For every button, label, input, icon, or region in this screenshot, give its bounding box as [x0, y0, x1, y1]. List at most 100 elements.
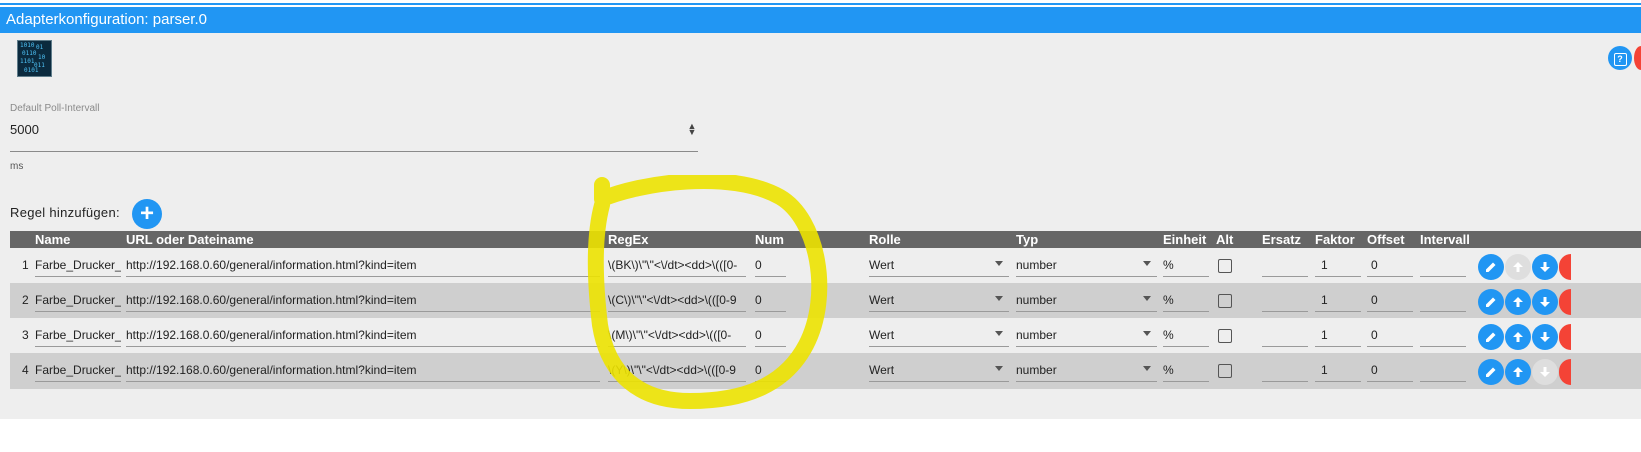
chevron-down-icon[interactable]: [1143, 296, 1151, 301]
alt-checkbox[interactable]: [1218, 294, 1232, 308]
regex-input[interactable]: \(M\)\"\"<\/dt><dd>\(([0-: [608, 327, 746, 344]
col-alt: Alt: [1216, 232, 1234, 247]
delete-button[interactable]: [1559, 254, 1571, 280]
num-input[interactable]: 0: [755, 292, 786, 309]
role-select[interactable]: Wert: [869, 257, 989, 274]
pencil-icon: [1486, 332, 1496, 342]
chevron-down-icon[interactable]: [995, 331, 1003, 336]
offset-input[interactable]: 0: [1367, 362, 1413, 379]
regex-input[interactable]: \(BK\)\"\"<\/dt><dd>\(([0-: [608, 257, 746, 274]
url-input[interactable]: http://192.168.0.60/general/information.…: [126, 257, 600, 274]
col-regex: RegEx: [608, 232, 649, 247]
name-input[interactable]: Farbe_Drucker_C: [35, 292, 121, 309]
url-input[interactable]: http://192.168.0.60/general/information.…: [126, 327, 600, 344]
move-down-button[interactable]: [1532, 289, 1558, 315]
regex-input[interactable]: \(Y\)\"\"<\/dt><dd>\(([0-9: [608, 362, 746, 379]
chevron-down-icon[interactable]: [995, 261, 1003, 266]
role-underline: [869, 381, 1009, 382]
alt-checkbox[interactable]: [1218, 364, 1232, 378]
arrow-up-icon: [1513, 262, 1523, 272]
help-icon: ?: [1613, 53, 1627, 66]
faktor-input[interactable]: 1: [1315, 257, 1361, 274]
move-down-button[interactable]: [1532, 324, 1558, 350]
url-input[interactable]: http://192.168.0.60/general/information.…: [126, 362, 600, 379]
move-up-button[interactable]: [1505, 324, 1531, 350]
intervall-input[interactable]: [1420, 292, 1466, 309]
poll-interval-underline: [10, 151, 698, 152]
faktor-input[interactable]: 1: [1315, 327, 1361, 344]
faktor-input[interactable]: 1: [1315, 362, 1361, 379]
move-down-button[interactable]: [1532, 254, 1558, 280]
num-input[interactable]: 0: [755, 362, 786, 379]
ersatz-input[interactable]: [1262, 292, 1308, 309]
arrow-up-icon: [1513, 332, 1523, 342]
ersatz-input[interactable]: [1262, 327, 1308, 344]
col-rolle: Rolle: [869, 232, 901, 247]
num-underline: [755, 346, 786, 347]
regex-underline: [608, 311, 746, 312]
offset-input[interactable]: 0: [1367, 257, 1413, 274]
offset-underline: [1367, 346, 1413, 347]
edit-button[interactable]: [1478, 359, 1504, 385]
url-underline: [126, 381, 600, 382]
alt-checkbox[interactable]: [1218, 259, 1232, 273]
num-input[interactable]: 0: [755, 327, 786, 344]
offset-input[interactable]: 0: [1367, 292, 1413, 309]
ersatz-underline: [1262, 346, 1308, 347]
poll-interval-input[interactable]: 5000: [10, 122, 39, 137]
type-underline: [1016, 381, 1157, 382]
table-row: 3 Farbe_Drucker_I http://192.168.0.60/ge…: [10, 318, 1641, 354]
type-select[interactable]: number: [1016, 257, 1136, 274]
regex-input[interactable]: \(C\)\"\"<\/dt><dd>\(([0-9: [608, 292, 746, 309]
unit-input[interactable]: %: [1163, 362, 1209, 379]
chevron-down-icon[interactable]: [1143, 261, 1151, 266]
delete-button[interactable]: [1559, 359, 1571, 385]
intervall-input[interactable]: [1420, 257, 1466, 274]
name-input[interactable]: Farbe_Drucker_I: [35, 327, 121, 344]
faktor-underline: [1315, 346, 1361, 347]
number-spinner-icon[interactable]: ▲ ▼: [687, 122, 697, 137]
chevron-down-icon[interactable]: [995, 366, 1003, 371]
move-up-button[interactable]: [1505, 289, 1531, 315]
unit-input[interactable]: %: [1163, 327, 1209, 344]
move-up-button[interactable]: [1505, 359, 1531, 385]
type-select[interactable]: number: [1016, 327, 1136, 344]
dialog-title-bar: Adapterkonfiguration: parser.0: [0, 7, 1641, 33]
name-input[interactable]: Farbe_Drucker_Y: [35, 362, 121, 379]
type-select[interactable]: number: [1016, 292, 1136, 309]
alt-checkbox[interactable]: [1218, 329, 1232, 343]
unit-input[interactable]: %: [1163, 292, 1209, 309]
unit-input[interactable]: %: [1163, 257, 1209, 274]
intervall-input[interactable]: [1420, 362, 1466, 379]
add-rule-button[interactable]: +: [132, 199, 162, 229]
delete-button[interactable]: [1559, 324, 1571, 350]
edit-button[interactable]: [1478, 254, 1504, 280]
pencil-icon: [1486, 297, 1496, 307]
chevron-down-icon[interactable]: [1143, 331, 1151, 336]
ersatz-input[interactable]: [1262, 257, 1308, 274]
type-select[interactable]: number: [1016, 362, 1136, 379]
num-input[interactable]: 0: [755, 257, 786, 274]
move-down-button[interactable]: [1532, 359, 1558, 385]
edit-button[interactable]: [1478, 324, 1504, 350]
close-button[interactable]: [1634, 46, 1641, 70]
url-input[interactable]: http://192.168.0.60/general/information.…: [126, 292, 600, 309]
role-select[interactable]: Wert: [869, 292, 989, 309]
chevron-down-icon[interactable]: [1143, 366, 1151, 371]
faktor-input[interactable]: 1: [1315, 292, 1361, 309]
unit-underline: [1163, 311, 1209, 312]
chevron-down-icon[interactable]: [995, 296, 1003, 301]
role-select[interactable]: Wert: [869, 362, 989, 379]
pencil-icon: [1486, 262, 1496, 272]
intervall-input[interactable]: [1420, 327, 1466, 344]
help-button[interactable]: ?: [1608, 46, 1632, 70]
move-up-button[interactable]: [1505, 254, 1531, 280]
parser-binary-logo-icon: 1010 01 0110 10 1101 011 0101: [17, 40, 52, 77]
ersatz-input[interactable]: [1262, 362, 1308, 379]
role-select[interactable]: Wert: [869, 327, 989, 344]
offset-input[interactable]: 0: [1367, 327, 1413, 344]
delete-button[interactable]: [1559, 289, 1571, 315]
name-input[interactable]: Farbe_Drucker_I: [35, 257, 121, 274]
edit-button[interactable]: [1478, 289, 1504, 315]
type-underline: [1016, 346, 1157, 347]
